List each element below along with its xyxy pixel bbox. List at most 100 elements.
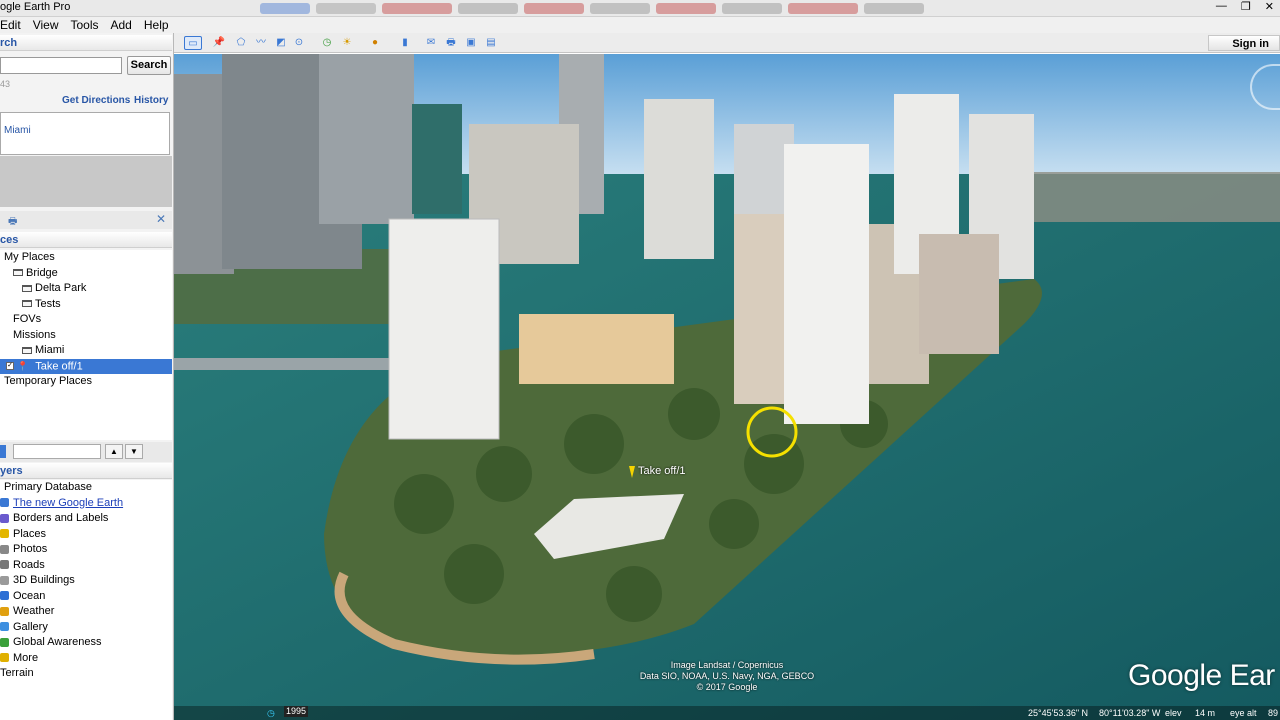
overlay-icon[interactable]: ◩: [274, 36, 288, 50]
awareness-icon: [0, 637, 9, 647]
photos-icon: [0, 544, 9, 554]
get-directions-link[interactable]: Get Directions: [62, 95, 130, 106]
search-hint: 43: [0, 79, 11, 89]
places-item[interactable]: Delta Park: [0, 281, 172, 296]
layer-item[interactable]: Ocean: [0, 589, 45, 604]
layer-item[interactable]: Places: [0, 527, 46, 542]
move-down-button[interactable]: ▼: [125, 444, 143, 459]
close-button[interactable]: ✕: [1265, 0, 1274, 13]
layer-item-label: Places: [13, 527, 47, 540]
placemark-icon[interactable]: 📌: [212, 36, 226, 50]
minimize-button[interactable]: —: [1216, 0, 1227, 13]
menu-edit[interactable]: Edit: [0, 17, 21, 33]
print-icon[interactable]: 🖶: [8, 214, 17, 231]
layer-item[interactable]: Roads: [0, 558, 45, 573]
layer-item-label: Primary Database: [4, 481, 93, 493]
placemark-label[interactable]: Take off/1: [638, 465, 686, 477]
sidebar: rch Search 43 Get Directions History Mia…: [0, 33, 174, 720]
path-icon[interactable]: 〰: [254, 36, 268, 50]
layer-item-label: 3D Buildings: [13, 574, 75, 586]
attribution-copyright: © 2017 Google: [696, 682, 758, 692]
places-item[interactable]: ✓ 📍 Take off/1: [0, 358, 172, 374]
sign-in-button[interactable]: Sign in: [1208, 35, 1280, 51]
longitude-readout: 80°11'03.28" W: [1099, 708, 1161, 718]
places-item-label: Tests: [35, 297, 61, 310]
polygon-icon[interactable]: ⬠: [234, 36, 248, 50]
earth-3d-view[interactable]: Take off/1 Image Landsat / Copernicus Da…: [174, 54, 1280, 720]
elevation-label: elev: [1165, 708, 1182, 718]
latitude-readout: 25°45'53.36" N: [1028, 708, 1089, 718]
move-up-button[interactable]: ▲: [105, 444, 123, 459]
layer-item[interactable]: Terrain: [0, 666, 34, 681]
menu-tools[interactable]: Tools: [70, 17, 98, 33]
sidebar-icon[interactable]: ▭: [184, 36, 202, 50]
roads-icon: [0, 560, 9, 570]
places-item[interactable]: FOVs: [0, 312, 172, 327]
folder-icon: [22, 284, 32, 292]
places-item-label: FOVs: [13, 313, 42, 325]
print-icon[interactable]: 🖶: [444, 36, 458, 50]
visibility-checkbox[interactable]: ✓: [6, 362, 14, 370]
layer-item[interactable]: Weather: [0, 604, 54, 619]
sun-icon[interactable]: ☀: [340, 36, 354, 50]
layer-item[interactable]: More: [0, 651, 38, 666]
layer-item-label: Weather: [13, 605, 55, 617]
layer-item[interactable]: Photos: [0, 542, 47, 557]
maximize-button[interactable]: ❐: [1241, 0, 1251, 13]
weather-icon: [0, 606, 9, 616]
planets-icon[interactable]: ●: [368, 36, 382, 50]
search-input[interactable]: [0, 57, 122, 74]
layer-item[interactable]: Primary Database: [0, 480, 92, 495]
places-item[interactable]: Missions: [0, 328, 172, 343]
aerial-imagery: [174, 54, 1280, 720]
layer-item[interactable]: The new Google Earth: [0, 496, 123, 511]
places-toolbar: 🖶 ✕: [0, 211, 172, 229]
more-icon: [0, 653, 9, 663]
places-item-label: Temporary Places: [4, 375, 93, 387]
layer-item-label: Photos: [13, 543, 48, 555]
title-bar: ogle Earth Pro — ❐ ✕: [0, 0, 1280, 17]
places-item[interactable]: Tests: [0, 297, 172, 312]
layer-item-label: Ocean: [13, 589, 46, 602]
layer-item[interactable]: Global Awareness: [0, 635, 101, 650]
historical-imagery-icon[interactable]: ◷: [320, 36, 334, 50]
placemark-icon: 📍: [17, 360, 29, 371]
window-title: ogle Earth Pro: [0, 1, 71, 13]
places-item[interactable]: Temporary Places: [0, 374, 172, 389]
google-earth-logo: Google Ear: [1128, 659, 1275, 692]
ruler-icon[interactable]: ▮: [398, 36, 412, 50]
places-item-label: Bridge: [26, 266, 58, 279]
layer-item[interactable]: 3D Buildings: [0, 573, 75, 588]
menu-view[interactable]: View: [33, 17, 59, 33]
layers-panel-header[interactable]: yers: [0, 463, 172, 479]
places-tree: My Places Bridge Delta Park Tests FOVs Missio…: [0, 250, 172, 440]
menu-add[interactable]: Add: [111, 17, 132, 33]
search-panel-header[interactable]: rch: [0, 35, 172, 51]
window-controls: — ❐ ✕: [1216, 0, 1274, 13]
elevation-value: 14 m: [1195, 708, 1216, 718]
folder-icon: [13, 269, 23, 277]
places-item[interactable]: Miami: [0, 343, 172, 358]
places-item[interactable]: My Places: [0, 250, 172, 265]
places-panel-header[interactable]: ces: [0, 232, 172, 248]
tour-icon[interactable]: ⊙: [292, 36, 306, 50]
layer-item[interactable]: Borders and Labels: [0, 511, 108, 526]
history-link[interactable]: History: [134, 95, 168, 106]
menu-help[interactable]: Help: [144, 17, 169, 33]
layer-item-label: More: [13, 651, 39, 664]
places-item[interactable]: Bridge: [0, 266, 172, 281]
search-button[interactable]: Search: [127, 56, 171, 75]
places-filter-input[interactable]: [13, 444, 101, 459]
layer-item-label: Terrain: [0, 667, 34, 679]
places-search-toggle[interactable]: [0, 445, 6, 458]
layer-item[interactable]: Gallery: [0, 620, 48, 635]
borders-icon: [0, 513, 9, 523]
layer-item-label: Gallery: [13, 620, 48, 633]
maps-icon[interactable]: ▤: [484, 36, 498, 50]
search-result-item[interactable]: Miami: [4, 125, 31, 136]
email-icon[interactable]: ✉: [424, 36, 438, 50]
layer-item-label[interactable]: The new Google Earth: [13, 497, 123, 509]
historical-imagery-icon[interactable]: ◷: [267, 706, 275, 720]
save-image-icon[interactable]: ▣: [464, 36, 478, 50]
close-icon[interactable]: ✕: [156, 212, 166, 226]
